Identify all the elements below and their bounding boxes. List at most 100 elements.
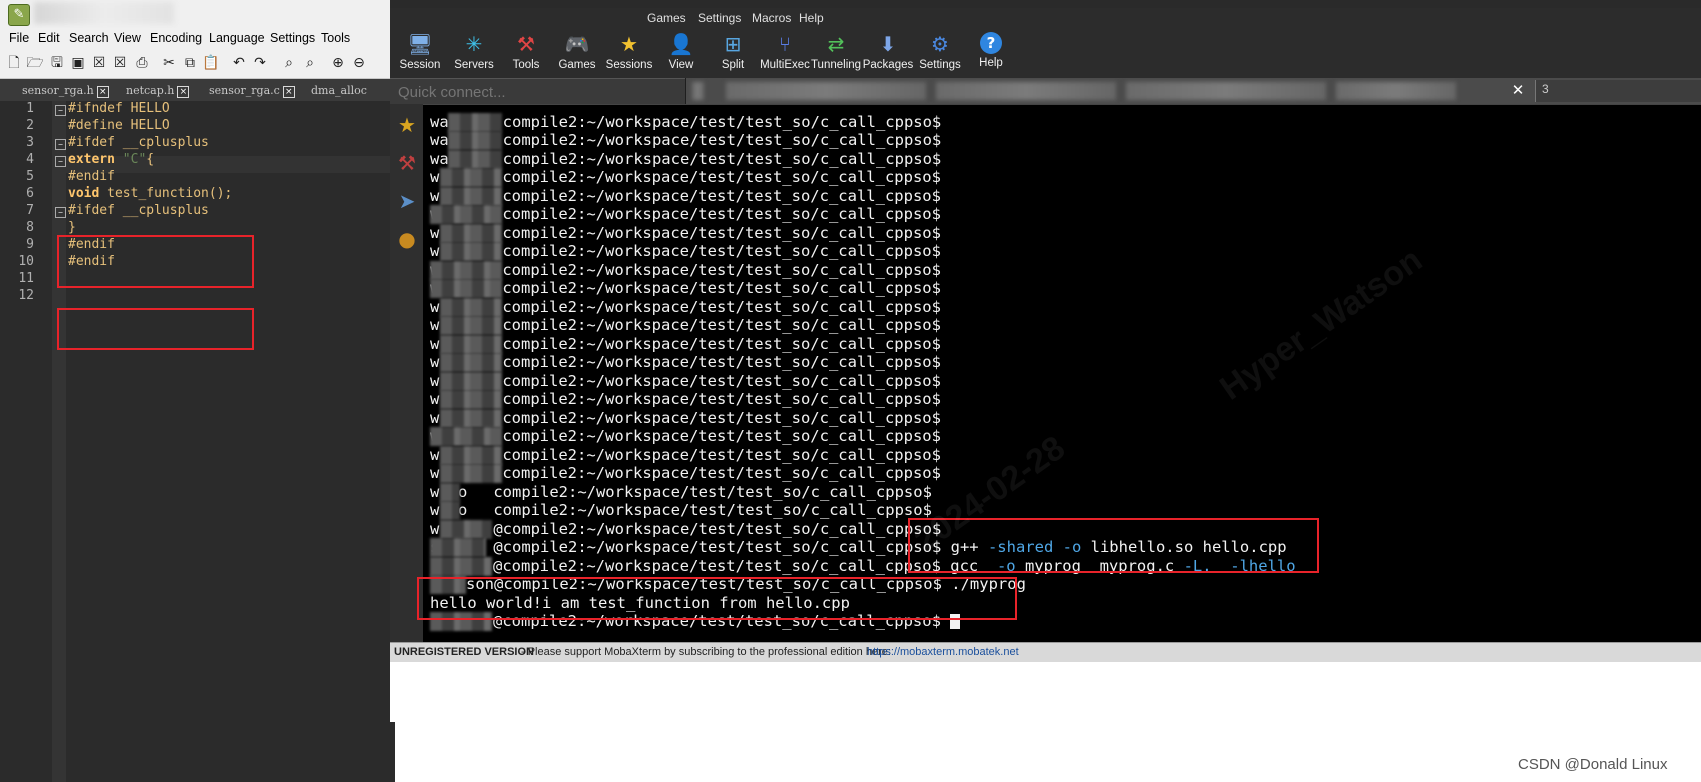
menu-search[interactable]: Search	[69, 31, 109, 45]
tab-close-icon[interactable]: ×	[96, 86, 109, 98]
fold-toggle-icon[interactable]: −	[55, 105, 66, 116]
prompt: @compile2:~/workspace/test/test_so/c_cal…	[493, 520, 942, 538]
copy-icon[interactable]: ⧉	[181, 54, 199, 72]
fold-toggle-icon[interactable]: −	[55, 207, 66, 218]
terminal-line: wcompile2:~/workspace/test/test_so/c_cal…	[430, 205, 941, 224]
paste-icon[interactable]: 📋	[202, 54, 220, 72]
mobaxterm-window: Games Settings Macros Help 🖥 Session ✳ Ser…	[390, 0, 1701, 722]
blurred-tab[interactable]	[1126, 82, 1326, 100]
menu-edit[interactable]: Edit	[38, 31, 60, 45]
save-icon[interactable]: 🖫	[48, 54, 66, 72]
tab-netcap-h[interactable]: netcap.h ×	[120, 81, 190, 101]
code-editor[interactable]: 1 2 3 4 5 6 7 8 9 10 11 12 − − − − #ifnd…	[0, 101, 395, 782]
annotation-box-build-commands	[908, 518, 1319, 573]
menu-file[interactable]: File	[9, 31, 29, 45]
new-file-icon[interactable]: 🗋	[5, 54, 23, 72]
toolbar-label: Packages	[862, 59, 914, 71]
close-all-icon[interactable]: ☒	[111, 54, 129, 72]
menu-encoding[interactable]: Encoding	[150, 31, 202, 45]
line-number: 12	[18, 288, 34, 303]
user-prefix: w	[430, 353, 440, 371]
tab-sensor-rga-h[interactable]: sensor_rga.h ×	[16, 81, 109, 101]
zoom-in-icon[interactable]: ⊕	[329, 54, 347, 72]
line-number: 5	[26, 169, 34, 184]
code-line-3: #ifdef __cplusplus	[68, 135, 209, 150]
menu-tools[interactable]: Tools	[321, 31, 350, 45]
save-all-icon[interactable]: ▣	[69, 54, 87, 72]
fold-margin	[52, 101, 66, 782]
send-icon[interactable]: ➤	[394, 188, 420, 214]
keyword: extern	[68, 152, 115, 167]
terminal-output[interactable]: wa compile2:~/workspace/test/test_so/c_ca…	[417, 104, 1701, 643]
menu-help[interactable]: Help	[799, 11, 824, 25]
prompt: @compile2:~/workspace/test/test_so/c_cal…	[493, 538, 942, 556]
tools-side-icon[interactable]: ⚒	[394, 150, 420, 176]
redaction-mask	[440, 353, 502, 372]
macro-icon[interactable]: ●	[394, 226, 420, 252]
terminal-line: wcompile2:~/workspace/test/test_so/c_cal…	[430, 335, 941, 354]
blurred-tab[interactable]	[692, 82, 704, 100]
status-bar: UNREGISTERED VERSION - Please support Mo…	[390, 642, 1701, 663]
user-prefix: w	[430, 242, 440, 260]
favorites-star-icon[interactable]: ★	[394, 112, 420, 138]
menu-macros[interactable]: Macros	[752, 11, 791, 25]
session-button[interactable]: 🖥 Session	[390, 30, 450, 76]
tab-close-icon[interactable]: ×	[177, 86, 190, 98]
help-button[interactable]: ? Help	[961, 30, 1021, 76]
split-button[interactable]: ⊞ Split	[703, 30, 763, 76]
annotation-box-extern-c	[57, 235, 254, 288]
cut-icon[interactable]: ✂	[160, 54, 178, 72]
menu-language[interactable]: Language	[209, 31, 265, 45]
white-area	[390, 662, 1701, 722]
code-line-6: void test_function();	[68, 186, 232, 201]
redaction-mask	[440, 501, 460, 520]
user-prefix: w	[430, 409, 440, 427]
servers-button[interactable]: ✳ Servers	[444, 30, 504, 76]
terminal-line: wa compile2:~/workspace/test/test_so/c_ca…	[430, 113, 941, 132]
close-icon[interactable]: ☒	[90, 54, 108, 72]
fold-toggle-icon[interactable]: −	[55, 156, 66, 167]
code-line-1: #ifndef HELLO	[68, 101, 170, 116]
quick-connect-input[interactable]	[396, 81, 680, 103]
terminal-line: wcompile2:~/workspace/test/test_so/c_cal…	[430, 187, 941, 206]
extra-tab[interactable]: 3	[1535, 80, 1701, 102]
redaction-mask	[440, 335, 502, 354]
zoom-out-icon[interactable]: ⊖	[350, 54, 368, 72]
menu-settings[interactable]: Settings	[270, 31, 315, 45]
undo-icon[interactable]: ↶	[230, 54, 248, 72]
function-decl: test_function();	[99, 186, 233, 201]
user-prefix: w	[430, 464, 440, 482]
unregistered-label: UNREGISTERED VERSION	[394, 646, 534, 658]
menu-games[interactable]: Games	[647, 11, 686, 25]
print-icon[interactable]: ⎙	[133, 54, 151, 72]
tunneling-button[interactable]: ⇄ Tunneling	[806, 30, 866, 76]
games-button[interactable]: 🎮 Games	[547, 30, 607, 76]
redaction-mask	[440, 298, 502, 317]
view-button[interactable]: 👤 View	[651, 30, 711, 76]
code-line-8: }	[68, 220, 76, 235]
support-link[interactable]: https://mobaxterm.mobatek.net	[867, 646, 1019, 658]
prompt: compile2:~/workspace/test/test_so/c_call…	[502, 187, 941, 205]
tab-sensor-rga-c[interactable]: sensor_rga.c ×	[203, 81, 295, 101]
fold-toggle-icon[interactable]: −	[55, 139, 66, 150]
find-icon[interactable]: ⌕	[280, 54, 298, 72]
blurred-tab[interactable]	[1336, 82, 1456, 100]
packages-button[interactable]: ⬇ Packages	[858, 30, 918, 76]
tab-close-icon[interactable]: ✕	[1509, 81, 1527, 99]
open-file-icon[interactable]: 🗁	[26, 54, 44, 72]
tab-close-icon[interactable]: ×	[282, 86, 295, 98]
blurred-tab[interactable]	[936, 82, 1116, 100]
replace-icon[interactable]: ⌕	[301, 54, 319, 72]
mx-menubar: Games Settings Macros Help	[390, 8, 1701, 28]
terminal-line: wa compile2:~/workspace/test/test_so/c_ca…	[430, 131, 941, 150]
tab-dma-alloc[interactable]: dma_alloc	[305, 81, 367, 101]
redo-icon[interactable]: ↷	[251, 54, 269, 72]
menu-view[interactable]: View	[114, 31, 141, 45]
sessions-button[interactable]: ★ Sessions	[599, 30, 659, 76]
star-icon: ★	[620, 32, 638, 56]
code-line-2: #define HELLO	[68, 118, 170, 133]
blurred-tab[interactable]	[726, 82, 926, 100]
menu-settings[interactable]: Settings	[698, 11, 741, 25]
line-number: 11	[18, 271, 34, 286]
terminal-line: wcompile2:~/workspace/test/test_so/c_cal…	[430, 242, 941, 261]
